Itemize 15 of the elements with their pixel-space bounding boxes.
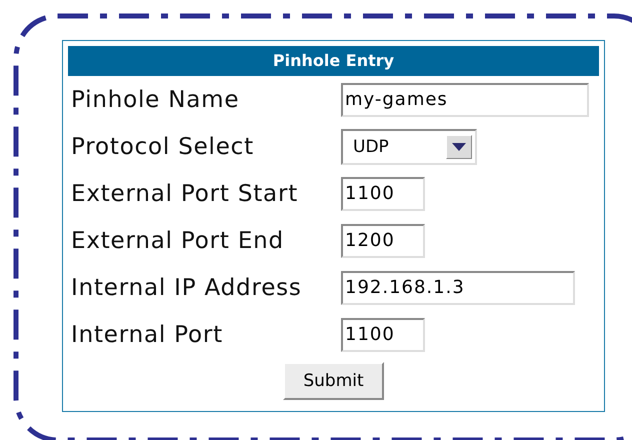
protocol-dropdown[interactable]: UDP xyxy=(341,128,477,164)
input-field[interactable]: my-games xyxy=(341,82,589,116)
field-label: Pinhole Name xyxy=(70,86,240,112)
dropdown-value: UDP xyxy=(353,136,389,156)
input-field[interactable]: 1100 xyxy=(341,318,425,352)
panel-title: Pinhole Entry xyxy=(68,46,599,76)
input-field[interactable]: 1200 xyxy=(341,224,425,258)
submit-button[interactable]: Submit xyxy=(283,362,384,400)
field-label: Protocol Select xyxy=(70,134,255,160)
field-label: Internal Port xyxy=(70,322,224,348)
field-label: Internal IP Address xyxy=(70,274,303,300)
field-label: External Port End xyxy=(70,228,285,254)
input-field[interactable]: 1100 xyxy=(341,176,425,210)
input-field[interactable]: 192.168.1.3 xyxy=(341,270,575,304)
field-label: External Port Start xyxy=(70,180,300,206)
